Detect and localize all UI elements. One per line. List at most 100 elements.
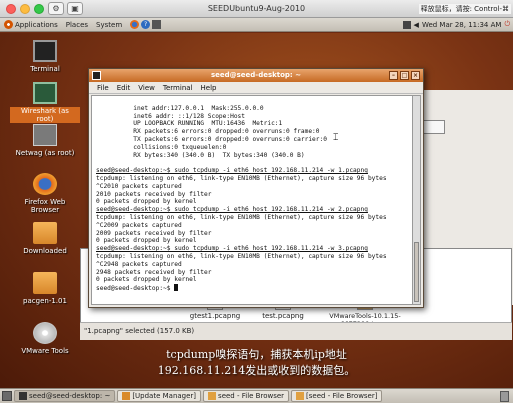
terminal-window: seed@seed-desktop: ~ – □ × File Edit Vie… — [88, 68, 424, 308]
trash-icon[interactable] — [500, 390, 509, 402]
taskbar-item-terminal[interactable]: seed@seed-desktop: ~ — [14, 390, 116, 402]
desktop-icon-netwag[interactable]: Netwag (as root) — [10, 124, 80, 157]
panel-launchers: ? — [126, 20, 165, 29]
folder-icon — [208, 392, 217, 400]
terminal-command-line: seed@seed-desktop:~$ sudo tcpdump -i eth… — [96, 206, 368, 214]
menu-label: Applications — [15, 20, 58, 29]
terminal-line: 0 packets dropped by kernel — [96, 276, 197, 284]
desktop-icon-downloaded[interactable]: Downloaded — [10, 222, 80, 255]
terminal-output[interactable]: inet addr:127.0.0.1 Mask:255.0.0.0 inet6… — [91, 95, 413, 305]
terminal-line: ^C2948 packets captured — [96, 260, 182, 268]
terminal-line: 2009 packets received by filter — [96, 229, 212, 237]
folder-icon — [33, 272, 57, 294]
update-icon — [122, 392, 131, 400]
desktop-icon-firefox[interactable]: Firefox Web Browser — [10, 173, 80, 214]
status-text: "1.pcapng" selected (157.0 KB) — [84, 327, 195, 335]
terminal-titlebar[interactable]: seed@seed-desktop: ~ – □ × — [89, 69, 423, 82]
subtitle-line-1: tcpdump嗅探语句，捕获本机ip地址 — [166, 348, 347, 361]
network-status-icon[interactable] — [402, 20, 411, 29]
desktop-icon-terminal[interactable]: Terminal — [10, 40, 80, 73]
show-desktop-icon[interactable] — [2, 391, 12, 401]
mouse-pointer-icon: ⌶ — [333, 133, 339, 143]
terminal-line: RX packets:6 errors:0 dropped:0 overruns… — [96, 128, 320, 136]
ubuntu-logo-icon — [4, 20, 13, 29]
host-release-notice: 释放鼠标，请按: Control-⌘ — [418, 4, 511, 14]
network-launcher-icon[interactable] — [152, 20, 162, 29]
terminal-icon — [19, 392, 27, 400]
disc-icon — [33, 322, 57, 344]
terminal-icon — [33, 40, 57, 62]
file-name: test.pcapng — [262, 312, 304, 320]
menu-file[interactable]: File — [97, 84, 109, 92]
terminal-line: TX packets:6 errors:0 dropped:0 overruns… — [96, 135, 327, 143]
terminal-prompt: seed@seed-desktop:~$ — [96, 285, 175, 293]
desktop-icon-label: pacgen-1.01 — [23, 297, 67, 305]
places-menu[interactable]: Places — [62, 21, 92, 29]
window-controls: – □ × — [389, 71, 420, 80]
bottom-taskbar: seed@seed-desktop: ~ [Update Manager] se… — [0, 388, 513, 403]
shutdown-icon[interactable]: ⏻ — [504, 20, 510, 29]
menu-view[interactable]: View — [138, 84, 155, 92]
firefox-icon — [33, 173, 57, 195]
panel-clock[interactable]: Wed Mar 28, 11:34 AM — [422, 21, 502, 29]
terminal-title: seed@seed-desktop: ~ — [210, 71, 302, 79]
terminal-prompt-line: seed@seed-desktop:~$ — [96, 284, 408, 293]
system-menu[interactable]: System — [92, 21, 126, 29]
file-browser-statusbar: "1.pcapng" selected (157.0 KB) — [80, 322, 512, 340]
terminal-line: ^C2009 packets captured — [96, 221, 182, 229]
terminal-line: 2010 packets received by filter — [96, 190, 212, 198]
firefox-launcher-icon[interactable] — [130, 20, 140, 29]
scrollbar-thumb[interactable] — [414, 242, 419, 302]
terminal-line: 0 packets dropped by kernel — [96, 237, 197, 245]
menu-help[interactable]: Help — [201, 84, 217, 92]
panel-tray: ◀ Wed Mar 28, 11:34 AM ⏻ — [402, 20, 513, 29]
menu-label: Places — [65, 20, 89, 29]
taskbar-item-update-manager[interactable]: [Update Manager] — [117, 390, 202, 402]
terminal-line: collisions:0 txqueuelen:0 — [96, 143, 227, 151]
terminal-line: UP LOOPBACK RUNNING MTU:16436 Metric:1 — [96, 120, 283, 128]
terminal-line: tcpdump: listening on eth6, link-type EN… — [96, 174, 387, 182]
applications-menu[interactable]: Applications — [0, 20, 62, 29]
top-panel: Applications Places System ? ◀ Wed Mar 2… — [0, 18, 513, 32]
terminal-line: tcpdump: listening on eth6, link-type EN… — [96, 252, 387, 260]
terminal-scrollbar[interactable] — [412, 95, 421, 305]
menu-edit[interactable]: Edit — [117, 84, 131, 92]
desktop-icon-label: Wireshark (as root) — [10, 107, 80, 123]
desktop-icon-pacgen[interactable]: pacgen-1.01 — [10, 272, 80, 305]
terminal-command-line: seed@seed-desktop:~$ sudo tcpdump -i eth… — [96, 245, 368, 253]
terminal-menubar: File Edit View Terminal Help — [89, 82, 423, 94]
volume-icon[interactable]: ◀ — [414, 21, 419, 29]
subtitle-line-2: 192.168.11.214发出或收到的数据包。 — [157, 364, 356, 377]
desktop-icon-label: Firefox Web Browser — [24, 198, 66, 214]
terminal-line: tcpdump: listening on eth6, link-type EN… — [96, 213, 387, 221]
minimize-icon[interactable]: – — [389, 71, 398, 80]
folder-icon — [33, 222, 57, 244]
wireshark-icon — [33, 82, 57, 104]
desktop-icon-label: Netwag (as root) — [15, 149, 75, 157]
terminal-line: 0 packets dropped by kernel — [96, 198, 197, 206]
file-name: gtest1.pcapng — [189, 312, 241, 320]
desktop-icon-label: Downloaded — [23, 247, 67, 255]
desktop-icon-wireshark[interactable]: Wireshark (as root) — [10, 82, 80, 123]
maximize-icon[interactable]: □ — [400, 71, 409, 80]
folder-icon — [296, 392, 305, 400]
terminal-line: inet6 addr: ::1/128 Scope:Host — [96, 112, 246, 120]
file-browser-side-widget[interactable] — [423, 120, 445, 134]
terminal-line: 2948 packets received by filter — [96, 268, 212, 276]
help-launcher-icon[interactable]: ? — [141, 20, 151, 29]
close-icon[interactable]: × — [411, 71, 420, 80]
taskbar-item-file-browser[interactable]: seed - File Browser — [203, 390, 290, 402]
terminal-icon — [92, 71, 101, 80]
menu-terminal[interactable]: Terminal — [163, 84, 193, 92]
task-label: seed - File Browser — [218, 392, 285, 400]
desktop-icon-label: Terminal — [30, 65, 60, 73]
terminal-line: RX bytes:340 (340.0 B) TX bytes:340 (340… — [96, 151, 305, 159]
taskbar-item-file-browser-2[interactable]: [seed - File Browser] — [291, 390, 383, 402]
task-label: [Update Manager] — [132, 392, 197, 400]
task-label: seed@seed-desktop: ~ — [29, 392, 111, 400]
terminal-line: ^C2010 packets captured — [96, 182, 182, 190]
terminal-line: inet addr:127.0.0.1 Mask:255.0.0.0 — [96, 104, 264, 112]
terminal-command-line: seed@seed-desktop:~$ sudo tcpdump -i eth… — [96, 167, 368, 175]
terminal-cursor — [174, 284, 179, 292]
